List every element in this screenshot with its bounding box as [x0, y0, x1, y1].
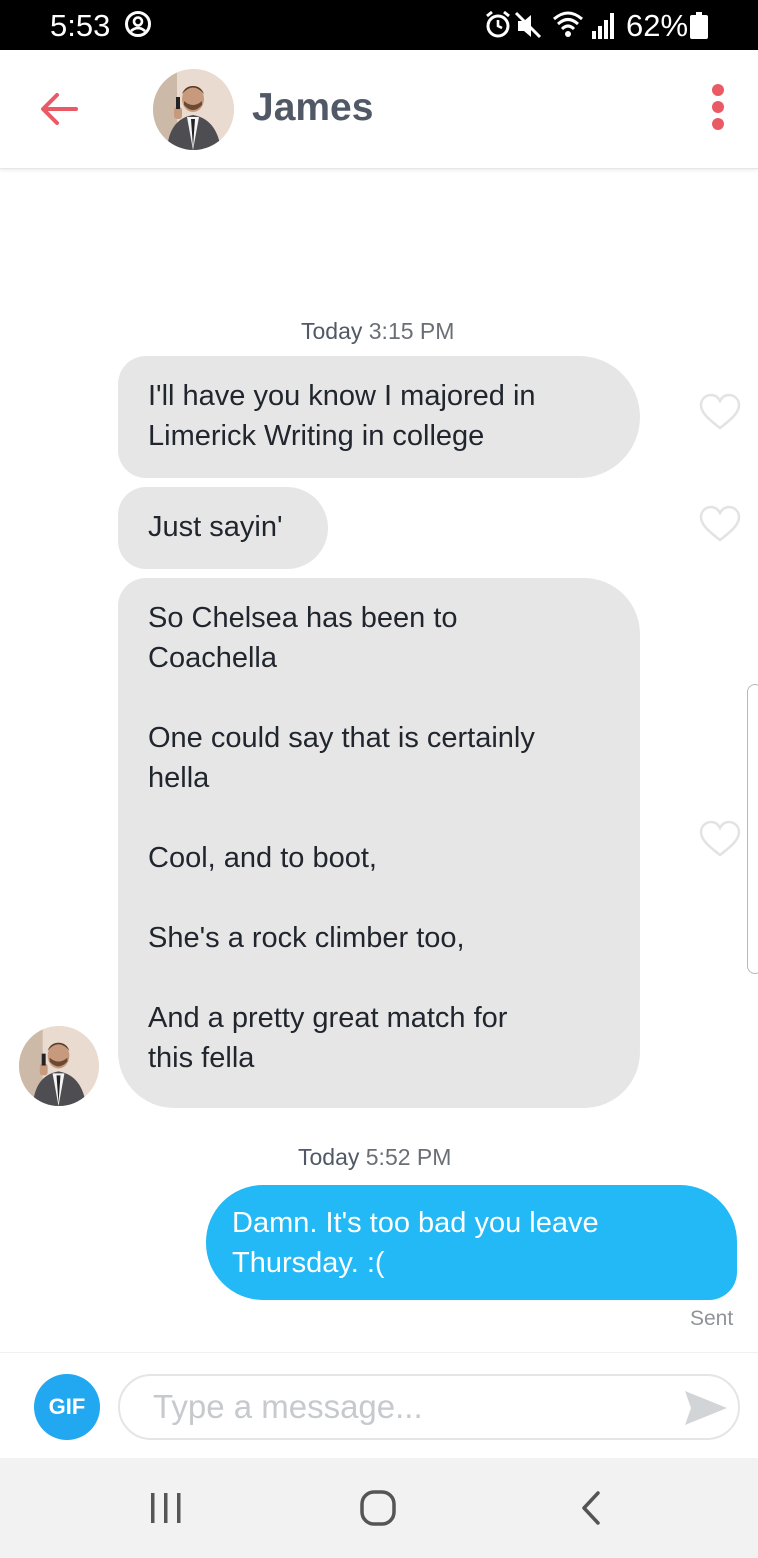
message-composer: GIF — [0, 1352, 758, 1459]
gif-button[interactable]: GIF — [34, 1374, 100, 1440]
battery-percent: 62% — [626, 8, 689, 43]
wifi-icon — [553, 11, 583, 37]
sent-status: Sent — [690, 1307, 734, 1330]
heart-icon[interactable] — [699, 393, 741, 431]
timestamp: Today 5:52 PM — [298, 1144, 451, 1171]
timestamp-day: Today — [301, 318, 363, 344]
recent-apps-icon[interactable] — [144, 1488, 188, 1528]
outgoing-message[interactable]: Damn. It's too bad you leave Thursday. :… — [206, 1185, 737, 1300]
status-icons — [486, 10, 614, 39]
alarm-icon — [486, 10, 510, 38]
incoming-message[interactable]: Just sayin' — [118, 487, 328, 569]
timestamp-time: 3:15 PM — [368, 318, 455, 344]
timestamp-time: 5:52 PM — [365, 1144, 452, 1170]
scroll-handle[interactable] — [747, 684, 758, 974]
contact-photo — [153, 69, 234, 150]
chat-header: James — [0, 50, 758, 169]
status-time: 5:53 — [50, 8, 111, 43]
home-icon[interactable] — [356, 1488, 400, 1528]
heart-icon[interactable] — [699, 505, 741, 543]
incoming-message[interactable]: So Chelsea has been to Coachella One cou… — [118, 578, 640, 1108]
timestamp-day: Today — [298, 1144, 360, 1170]
account-icon — [125, 11, 151, 37]
nav-back-icon[interactable] — [570, 1488, 614, 1528]
mute-icon — [514, 11, 542, 39]
battery-icon — [690, 12, 708, 39]
contact-name[interactable]: James — [252, 86, 373, 130]
system-nav-bar — [0, 1458, 758, 1558]
timestamp: Today 3:15 PM — [301, 318, 454, 345]
sender-photo — [19, 1026, 99, 1106]
message-input[interactable] — [118, 1374, 740, 1440]
incoming-message[interactable]: I'll have you know I majored in Limerick… — [118, 356, 640, 478]
signal-icon — [592, 13, 614, 39]
back-arrow-icon[interactable] — [38, 88, 80, 130]
send-icon[interactable] — [683, 1388, 729, 1428]
status-bar: 5:53 62% — [0, 0, 758, 50]
heart-icon[interactable] — [699, 820, 741, 858]
more-options-icon[interactable] — [706, 84, 730, 134]
contact-avatar[interactable] — [153, 69, 234, 150]
sender-avatar[interactable] — [19, 1026, 99, 1106]
